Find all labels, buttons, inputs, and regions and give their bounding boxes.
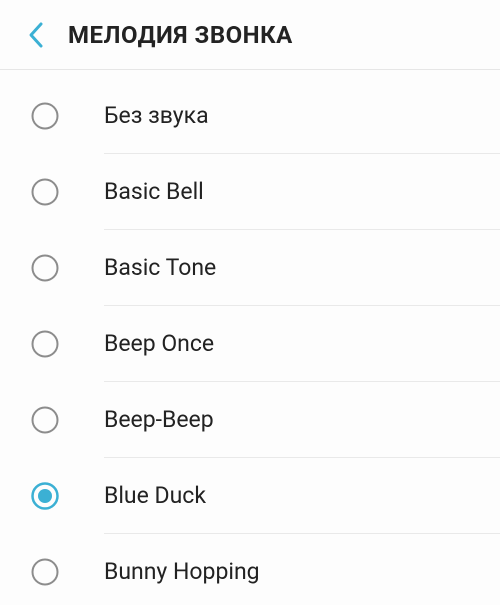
ringtone-row[interactable]: Beep Once — [0, 306, 500, 382]
ringtone-label-wrap: Без звука — [104, 78, 500, 154]
ringtone-label-wrap: Basic Tone — [104, 230, 500, 306]
ringtone-row[interactable]: Без звука — [0, 78, 500, 154]
radio-unselected-icon[interactable] — [30, 405, 60, 435]
ringtone-label: Basic Tone — [104, 254, 216, 282]
radio-unselected-icon[interactable] — [30, 253, 60, 283]
header: МЕЛОДИЯ ЗВОНКА — [0, 0, 500, 70]
ringtone-row[interactable]: Bunny Hopping — [0, 534, 500, 605]
ringtone-row[interactable]: Basic Tone — [0, 230, 500, 306]
ringtone-label: Bunny Hopping — [104, 558, 260, 586]
radio-unselected-icon[interactable] — [30, 557, 60, 587]
ringtone-label-wrap: Bunny Hopping — [104, 534, 500, 605]
ringtone-label: Без звука — [104, 102, 209, 130]
ringtone-label: Basic Bell — [104, 178, 204, 206]
ringtone-label: Beep-Beep — [104, 406, 214, 434]
radio-selected-icon[interactable] — [30, 481, 60, 511]
ringtone-label-wrap: Beep-Beep — [104, 382, 500, 458]
page-title: МЕЛОДИЯ ЗВОНКА — [68, 21, 293, 49]
ringtone-label: Beep Once — [104, 330, 214, 358]
radio-unselected-icon[interactable] — [30, 101, 60, 131]
chevron-left-icon — [27, 21, 45, 49]
ringtone-label-wrap: Beep Once — [104, 306, 500, 382]
ringtone-row[interactable]: Beep-Beep — [0, 382, 500, 458]
radio-unselected-icon[interactable] — [30, 177, 60, 207]
ringtone-label-wrap: Basic Bell — [104, 154, 500, 230]
ringtone-row[interactable]: Blue Duck — [0, 458, 500, 534]
ringtone-label: Blue Duck — [104, 482, 206, 510]
ringtone-label-wrap: Blue Duck — [104, 458, 500, 534]
ringtone-list: Без звука Basic Bell Basic Tone Beep Once Be… — [0, 70, 500, 605]
back-button[interactable] — [16, 15, 56, 55]
ringtone-row[interactable]: Basic Bell — [0, 154, 500, 230]
radio-unselected-icon[interactable] — [30, 329, 60, 359]
